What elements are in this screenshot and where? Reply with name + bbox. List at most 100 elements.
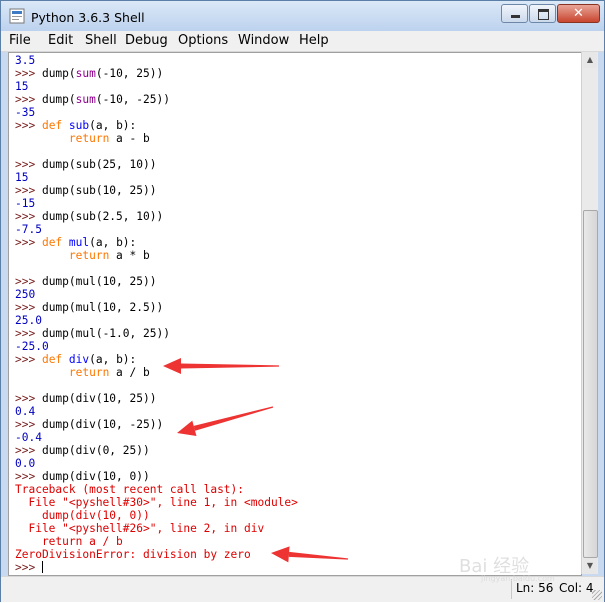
- shell-token-prompt: >>>: [15, 158, 42, 171]
- shell-token-plain: dump(sub(2.5, 10)): [41, 210, 164, 223]
- shell-token-output: -0.4: [15, 431, 42, 444]
- scroll-thumb[interactable]: [583, 210, 598, 558]
- menu-edit[interactable]: Edit: [48, 33, 73, 48]
- shell-token-plain: dump(sub(25, 10)): [41, 158, 157, 171]
- shell-token-prompt: >>>: [15, 67, 42, 80]
- shell-token-prompt: >>>: [15, 392, 42, 405]
- shell-token-output: 0.0: [15, 457, 36, 470]
- maximize-icon: [538, 9, 549, 20]
- menu-window[interactable]: Window: [238, 33, 289, 48]
- shell-line: dump(div(10, 0)): [15, 509, 150, 522]
- title-bar[interactable]: Python 3.6.3 Shell ✕: [1, 1, 604, 31]
- shell-line: >>>: [15, 561, 42, 574]
- shell-token-plain: (-10, 25)): [95, 67, 164, 80]
- shell-line: -35: [15, 106, 35, 119]
- shell-line: >>> dump(div(10, -25)): [15, 418, 163, 431]
- shell-text-area[interactable]: 3.5 >>> dump(sum(-10, 25)) 15 >>> dump(sum(…: [8, 52, 582, 576]
- shell-line: >>> dump(sum(-10, -25)): [15, 93, 170, 106]
- minimize-icon: [511, 15, 520, 18]
- shell-line: return a / b: [15, 366, 150, 379]
- shell-line: >>> dump(div(10, 0)): [15, 470, 150, 483]
- shell-line: File "<pyshell#26>", line 2, in div: [15, 522, 264, 535]
- shell-token-prompt: >>>: [15, 119, 42, 132]
- shell-token-plain: dump(mul(-1.0, 25)): [41, 327, 170, 340]
- shell-line: 0.4: [15, 405, 35, 418]
- shell-token-output: -7.5: [15, 223, 42, 236]
- shell-token-prompt: >>>: [15, 184, 42, 197]
- watermark-subtitle: jingyan.baidu.com: [481, 574, 555, 583]
- minimize-button[interactable]: [501, 4, 528, 23]
- shell-line: >>> dump(sum(-10, 25)): [15, 67, 163, 80]
- shell-line: -0.4: [15, 431, 42, 444]
- shell-token-plain: (-10, -25)): [95, 93, 170, 106]
- shell-line: >>> def sub(a, b):: [15, 119, 136, 132]
- shell-token-defname: mul: [68, 236, 90, 249]
- shell-token-plain: dump(div(10, -25)): [41, 418, 164, 431]
- shell-line: 250: [15, 288, 35, 301]
- shell-token-keyword: return: [68, 366, 110, 379]
- menu-shell[interactable]: Shell: [85, 33, 117, 48]
- shell-token-plain: [15, 249, 69, 262]
- shell-line: >>> dump(sub(2.5, 10)): [15, 210, 163, 223]
- shell-token-output: 3.5: [15, 54, 36, 67]
- shell-token-builtin: sum: [75, 93, 96, 106]
- shell-token-plain: (a, b):: [89, 119, 137, 132]
- shell-token-prompt: >>>: [15, 275, 42, 288]
- window-controls: ✕: [500, 4, 600, 24]
- menu-debug[interactable]: Debug: [125, 33, 168, 48]
- shell-token-keyword: return: [68, 132, 110, 145]
- shell-token-plain: dump(: [41, 67, 76, 80]
- shell-token-prompt: >>>: [15, 353, 42, 366]
- shell-token-plain: dump(: [41, 93, 76, 106]
- shell-token-plain: (a, b):: [89, 236, 137, 249]
- shell-line: 25.0: [15, 314, 42, 327]
- shell-token-plain: a / b: [109, 366, 150, 379]
- resize-grip-icon[interactable]: [592, 590, 602, 600]
- shell-token-output: 250: [15, 288, 36, 301]
- shell-token-prompt: >>>: [15, 444, 42, 457]
- shell-token-plain: dump(div(10, 0)): [41, 470, 150, 483]
- shell-line: >>> dump(mul(-1.0, 25)): [15, 327, 170, 340]
- shell-token-prompt: >>>: [15, 236, 42, 249]
- shell-token-output: 15: [15, 80, 29, 93]
- shell-token-prompt: >>>: [15, 301, 42, 314]
- shell-line: return a / b: [15, 535, 123, 548]
- shell-token-defname: sub: [68, 119, 90, 132]
- idle-shell-window: Python 3.6.3 Shell ✕ File Edit Shell Deb…: [0, 0, 605, 602]
- text-cursor: [41, 561, 43, 573]
- shell-token-error: ZeroDivisionError: division by zero: [15, 548, 251, 561]
- vertical-scrollbar[interactable]: ▲ ▼: [581, 52, 598, 574]
- status-column-number: Col: 4: [559, 581, 594, 595]
- shell-token-error: return a / b: [15, 535, 123, 548]
- close-button[interactable]: ✕: [557, 4, 600, 23]
- shell-line: Traceback (most recent call last):: [15, 483, 244, 496]
- menu-file[interactable]: File: [9, 33, 31, 48]
- shell-token-plain: a - b: [109, 132, 150, 145]
- menu-bar: File Edit Shell Debug Options Window Hel…: [1, 31, 604, 52]
- shell-line: -15: [15, 197, 35, 210]
- shell-line: File "<pyshell#30>", line 1, in <module>: [15, 496, 297, 509]
- shell-line: >>> dump(sub(10, 25)): [15, 184, 156, 197]
- menu-options[interactable]: Options: [178, 33, 228, 48]
- shell-token-prompt: >>>: [15, 561, 42, 574]
- python-app-icon: [9, 8, 25, 24]
- shell-token-keyword: def: [41, 236, 69, 249]
- shell-token-prompt: >>>: [15, 327, 42, 340]
- shell-token-output: -35: [15, 106, 36, 119]
- shell-token-prompt: >>>: [15, 93, 42, 106]
- shell-line: 0.0: [15, 457, 35, 470]
- shell-token-keyword: def: [41, 353, 69, 366]
- shell-token-plain: dump(mul(10, 25)): [41, 275, 157, 288]
- shell-token-plain: dump(div(10, 25)): [41, 392, 157, 405]
- shell-line: return a - b: [15, 132, 150, 145]
- shell-token-plain: dump(div(0, 25)): [41, 444, 150, 457]
- maximize-button[interactable]: [529, 4, 556, 23]
- shell-line: >>> def div(a, b):: [15, 353, 136, 366]
- menu-help[interactable]: Help: [299, 33, 329, 48]
- shell-token-builtin: sum: [75, 67, 96, 80]
- shell-line: -25.0: [15, 340, 49, 353]
- scroll-up-icon[interactable]: ▲: [583, 52, 597, 68]
- scroll-down-icon[interactable]: ▼: [583, 558, 597, 574]
- shell-line: >>> dump(mul(10, 25)): [15, 275, 156, 288]
- shell-line: >>> dump(div(0, 25)): [15, 444, 150, 457]
